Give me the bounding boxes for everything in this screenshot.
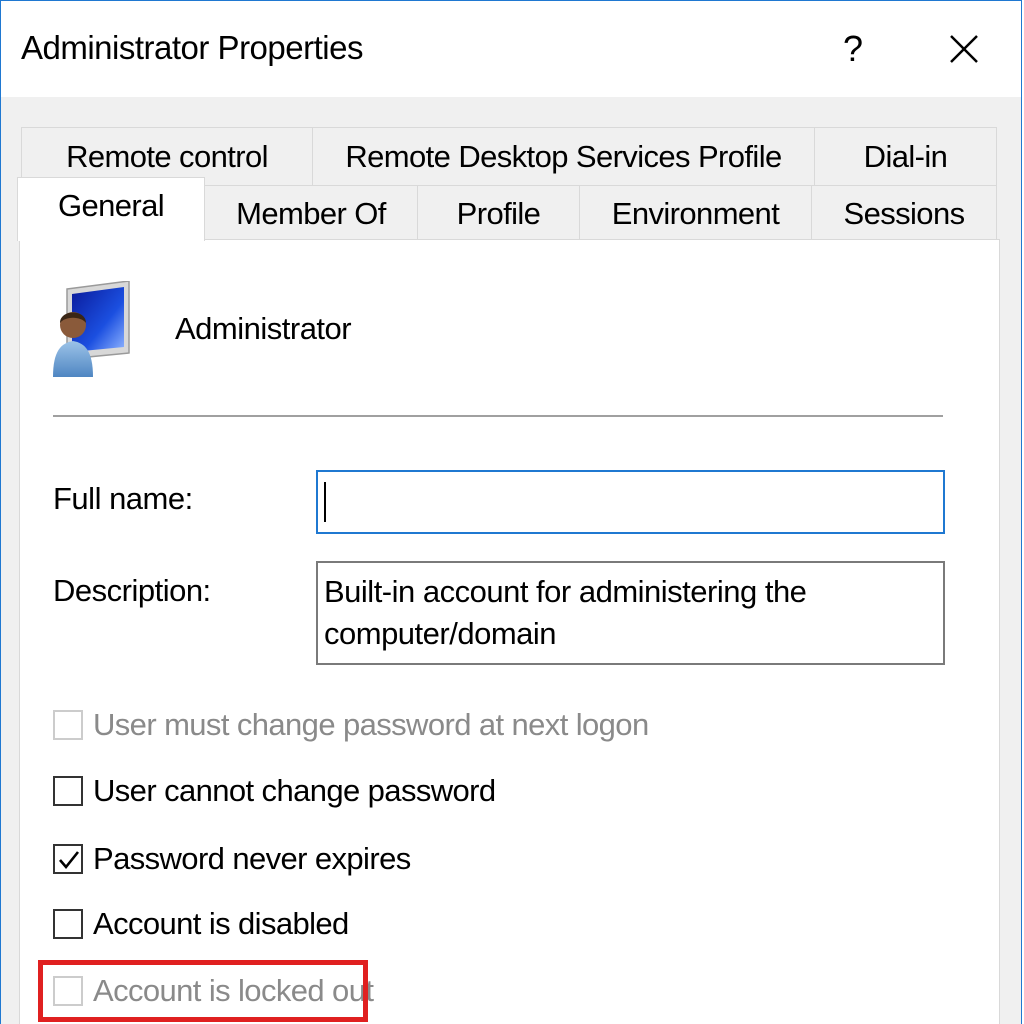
tab-label: Remote Desktop Services Profile xyxy=(345,138,782,174)
checkbox-must-change-password[interactable]: User must change password at next logon xyxy=(53,705,649,745)
tab-environment[interactable]: Environment xyxy=(579,185,812,241)
checkbox-password-never-expires[interactable]: Password never expires xyxy=(53,839,411,879)
tab-remote-desktop-services-profile[interactable]: Remote Desktop Services Profile xyxy=(312,127,815,185)
text-caret xyxy=(324,482,326,522)
help-icon: ? xyxy=(842,28,864,69)
dialog-title: Administrator Properties xyxy=(21,29,363,66)
checkbox-icon xyxy=(53,710,83,740)
help-button[interactable]: ? xyxy=(826,19,880,79)
tab-label: Sessions xyxy=(843,195,966,231)
full-name-field[interactable] xyxy=(316,470,945,534)
description-field[interactable]: Built-in account for administering the c… xyxy=(316,561,945,665)
account-name: Administrator xyxy=(175,311,352,346)
close-button[interactable] xyxy=(931,19,997,79)
title-bar: Administrator Properties ? xyxy=(1,1,1021,97)
tab-general[interactable]: General xyxy=(17,177,205,241)
checkbox-icon xyxy=(53,776,83,806)
tab-dial-in[interactable]: Dial-in xyxy=(814,127,997,185)
full-name-label: Full name: xyxy=(53,481,193,516)
checkbox-cannot-change-password[interactable]: User cannot change password xyxy=(53,771,496,811)
checkbox-label: Account is disabled xyxy=(93,906,349,941)
separator xyxy=(53,415,943,417)
tab-label: General xyxy=(57,187,165,223)
checkbox-icon xyxy=(53,844,83,874)
tab-sessions[interactable]: Sessions xyxy=(811,185,997,241)
tab-label: Dial-in xyxy=(863,138,948,174)
tab-member-of[interactable]: Member Of xyxy=(204,185,418,241)
checkbox-account-disabled[interactable]: Account is disabled xyxy=(53,904,349,944)
checkbox-label: Password never expires xyxy=(93,841,411,876)
highlight-annotation xyxy=(38,960,368,1022)
description-label: Description: xyxy=(53,573,211,608)
tab-label: Remote control xyxy=(66,138,268,174)
tab-label: Profile xyxy=(456,195,541,231)
properties-dialog: Administrator Properties ? Remote contro… xyxy=(0,0,1022,1024)
checkbox-label: User must change password at next logon xyxy=(93,707,649,742)
tab-profile[interactable]: Profile xyxy=(417,185,580,241)
tab-label: Member Of xyxy=(236,195,386,231)
checkbox-label: User cannot change password xyxy=(93,773,496,808)
close-icon xyxy=(950,35,978,63)
checkbox-icon xyxy=(53,909,83,939)
tab-label: Environment xyxy=(611,195,780,231)
description-value: Built-in account for administering the c… xyxy=(324,574,807,651)
checkmark-icon xyxy=(59,851,80,870)
user-computer-icon xyxy=(53,281,130,377)
